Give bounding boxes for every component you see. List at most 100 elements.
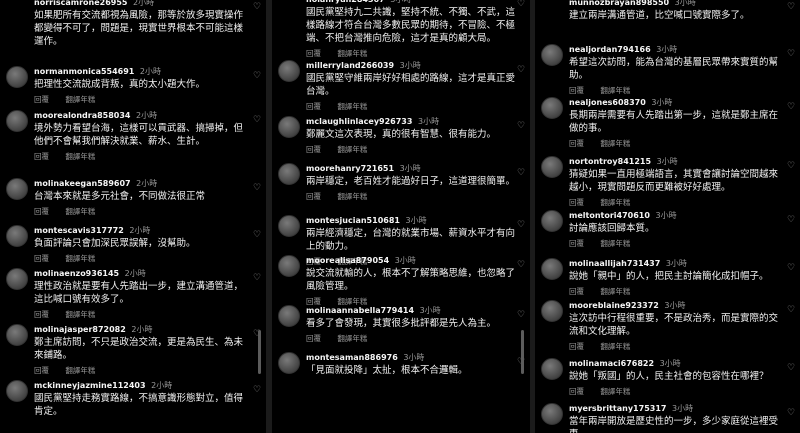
username[interactable]: nealjones608370 [569,98,646,107]
heart-outline-icon[interactable]: ♡ [253,116,262,125]
username[interactable]: molinaallijah731437 [569,259,660,268]
reply-button[interactable]: 回覆 [306,102,321,111]
username[interactable]: montescavis317772 [34,226,124,235]
reply-button[interactable]: 回覆 [306,145,321,154]
translate-button[interactable]: 翻譯年糕 [337,49,367,58]
avatar[interactable] [278,255,300,277]
heart-outline-icon[interactable]: ♡ [517,169,526,178]
translate-button[interactable]: 翻譯年糕 [65,310,95,319]
avatar[interactable] [278,305,300,327]
reply-button[interactable]: 回覆 [569,198,584,207]
translate-button[interactable]: 翻譯年糕 [337,145,367,154]
translate-button[interactable]: 翻譯年糕 [600,139,630,148]
username[interactable]: moorealondra858034 [34,111,131,120]
username[interactable]: nolanryan284367 [306,0,385,4]
scrollbar-thumb[interactable] [521,330,524,374]
heart-outline-icon[interactable]: ♡ [253,184,262,193]
reply-button[interactable]: 回覆 [34,254,49,263]
username[interactable]: nortontroy841215 [569,157,651,166]
avatar[interactable] [541,358,563,380]
translate-button[interactable]: 翻譯年糕 [65,95,95,104]
avatar[interactable] [6,225,28,247]
heart-outline-icon[interactable]: ♡ [517,0,526,9]
translate-button[interactable]: 翻譯年糕 [65,366,95,375]
reply-button[interactable]: 回覆 [34,207,49,216]
avatar[interactable] [541,403,563,425]
heart-outline-icon[interactable]: ♡ [517,122,526,131]
avatar[interactable] [541,258,563,280]
username[interactable]: munnozbrayan898550 [569,0,669,7]
avatar[interactable] [541,300,563,322]
heart-outline-icon[interactable]: ♡ [253,274,262,283]
username[interactable]: montesjucian510681 [306,216,400,225]
username[interactable]: moorealisa879054 [306,256,389,265]
heart-outline-icon[interactable]: ♡ [253,231,262,240]
heart-outline-icon[interactable]: ♡ [787,216,796,225]
username[interactable]: montesaman886976 [306,353,398,362]
username[interactable]: molinajasper872082 [34,325,126,334]
heart-outline-icon[interactable]: ♡ [787,50,796,59]
avatar[interactable] [278,163,300,185]
heart-outline-icon[interactable]: ♡ [517,66,526,75]
translate-button[interactable]: 翻譯年糕 [600,342,630,351]
username[interactable]: myersbrittany175317 [569,404,666,413]
avatar[interactable] [278,60,300,82]
username[interactable]: molinakeegan589607 [34,179,131,188]
translate-button[interactable]: 翻譯年糕 [65,152,95,161]
heart-outline-icon[interactable]: ♡ [253,72,262,81]
avatar[interactable] [278,352,300,374]
avatar[interactable] [541,156,563,178]
avatar[interactable] [6,380,28,402]
avatar[interactable] [541,44,563,66]
username[interactable]: molinaenzo936145 [34,269,119,278]
translate-button[interactable]: 翻譯年糕 [600,198,630,207]
translate-button[interactable]: 翻譯年糕 [600,287,630,296]
translate-button[interactable]: 翻譯年糕 [65,207,95,216]
avatar[interactable] [6,324,28,346]
translate-button[interactable]: 翻譯年糕 [337,334,367,343]
avatar[interactable] [6,178,28,200]
avatar[interactable] [541,97,563,119]
avatar[interactable] [6,110,28,132]
translate-button[interactable]: 翻譯年糕 [600,239,630,248]
username[interactable]: millerryland266039 [306,61,394,70]
avatar[interactable] [278,116,300,138]
heart-outline-icon[interactable]: ♡ [253,3,262,12]
username[interactable]: moorehanry721651 [306,164,394,173]
translate-button[interactable]: 翻譯年糕 [600,387,630,396]
heart-outline-icon[interactable]: ♡ [787,264,796,273]
username[interactable]: mooreblaine923372 [569,301,659,310]
heart-outline-icon[interactable]: ♡ [517,261,526,270]
username[interactable]: nealjordan794166 [569,45,651,54]
reply-button[interactable]: 回覆 [569,86,584,95]
avatar[interactable] [278,215,300,237]
reply-button[interactable]: 回覆 [34,366,49,375]
heart-outline-icon[interactable]: ♡ [253,386,262,395]
reply-button[interactable]: 回覆 [569,139,584,148]
heart-outline-icon[interactable]: ♡ [517,221,526,230]
avatar[interactable] [6,268,28,290]
reply-button[interactable]: 回覆 [34,152,49,161]
heart-outline-icon[interactable]: ♡ [787,364,796,373]
reply-button[interactable]: 回覆 [569,387,584,396]
heart-outline-icon[interactable]: ♡ [787,409,796,418]
username[interactable]: molinaannabella779414 [306,306,414,315]
username[interactable]: meltontori470610 [569,211,650,220]
heart-outline-icon[interactable]: ♡ [787,3,796,12]
username[interactable]: norriscamrone26955 [34,0,127,7]
reply-button[interactable]: 回覆 [34,95,49,104]
translate-button[interactable]: 翻譯年糕 [337,102,367,111]
reply-button[interactable]: 回覆 [569,342,584,351]
heart-outline-icon[interactable]: ♡ [787,103,796,112]
reply-button[interactable]: 回覆 [569,239,584,248]
heart-outline-icon[interactable]: ♡ [517,311,526,320]
reply-button[interactable]: 回覆 [306,192,321,201]
scrollbar-thumb[interactable] [258,330,261,374]
reply-button[interactable]: 回覆 [306,49,321,58]
username[interactable]: normanmonica554691 [34,67,134,76]
heart-outline-icon[interactable]: ♡ [787,162,796,171]
avatar[interactable] [6,66,28,88]
translate-button[interactable]: 翻譯年糕 [337,192,367,201]
username[interactable]: mclaughlinlacey926733 [306,117,412,126]
reply-button[interactable]: 回覆 [569,287,584,296]
